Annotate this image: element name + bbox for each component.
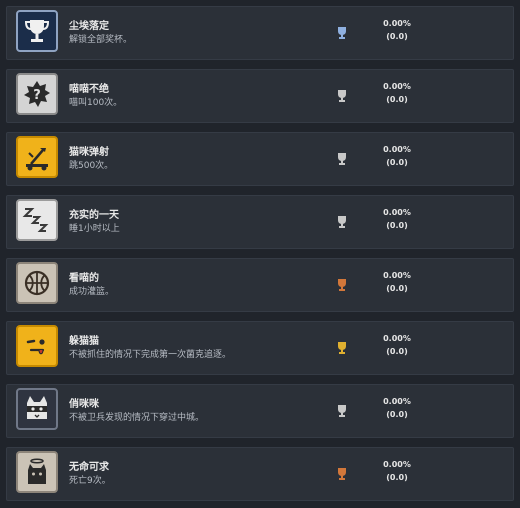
sleep-zzz-icon: [16, 199, 58, 241]
trophy-row[interactable]: ? 喵喵不绝 喵叫100次。 0.00% (0.0): [6, 69, 514, 123]
trophy-rarity-percent: 0.00%: [383, 460, 411, 469]
basketball-icon: [16, 262, 58, 304]
trophy-rarity-count: (0.0): [386, 410, 408, 419]
trophy-row[interactable]: 无命可求 死亡9次。 0.00% (0.0): [6, 447, 514, 501]
trophy-rarity-count: (0.0): [386, 32, 408, 41]
trophy-description: 不被卫兵发现的情况下穿过中城。: [69, 413, 205, 423]
trophy-title: 看喵的: [69, 273, 99, 284]
svg-text:?: ?: [33, 88, 41, 103]
wink-face-icon: [16, 325, 58, 367]
trophy-rarity-count: (0.0): [386, 221, 408, 230]
trophy-rarity-count: (0.0): [386, 95, 408, 104]
trophy-description: 成功灌篮。: [69, 287, 115, 297]
platinum-grade-icon: [338, 27, 346, 39]
trophy-title: 喵喵不绝: [69, 84, 109, 95]
trophy-description: 跳500次。: [69, 161, 114, 171]
trophy-description: 解锁全部奖杯。: [69, 35, 133, 45]
trophy-rarity-count: (0.0): [386, 158, 408, 167]
bandit-cat-icon: [16, 388, 58, 430]
trophy-rarity-count: (0.0): [386, 473, 408, 482]
trophy-title: 躲猫猫: [69, 336, 99, 347]
trophy-row[interactable]: 尘埃落定 解锁全部奖杯。 0.00% (0.0): [6, 6, 514, 60]
trophy-title: 无命可求: [69, 462, 109, 473]
ghost-cat-icon: [16, 451, 58, 493]
trophy-description: 睡1小时以上: [69, 224, 120, 234]
trophy-title: 猫咪弹射: [69, 147, 109, 158]
silver-grade-icon: [338, 216, 346, 228]
trophy-rarity-percent: 0.00%: [383, 208, 411, 217]
trophy-title: 俏咪咪: [69, 399, 99, 410]
silver-grade-icon: [338, 405, 346, 417]
trophy-row[interactable]: 猫咪弹射 跳500次。 0.00% (0.0): [6, 132, 514, 186]
trophy-row[interactable]: 充实的一天 睡1小时以上 0.00% (0.0): [6, 195, 514, 249]
question-splat-icon: ?: [16, 73, 58, 115]
silver-grade-icon: [338, 153, 346, 165]
trophy-row[interactable]: 俏咪咪 不被卫兵发现的情况下穿过中城。 0.00% (0.0): [6, 384, 514, 438]
trophy-rarity-percent: 0.00%: [383, 19, 411, 28]
trophy-description: 不被抓住的情况下完成第一次菌克追逐。: [69, 350, 232, 360]
trophy-rarity-percent: 0.00%: [383, 145, 411, 154]
trophy-rarity-percent: 0.00%: [383, 82, 411, 91]
gold-grade-icon: [338, 342, 346, 354]
silver-grade-icon: [338, 90, 346, 102]
trophy-rarity-count: (0.0): [386, 347, 408, 356]
trophy-description: 喵叫100次。: [69, 98, 123, 108]
platinum-trophy-icon: [16, 10, 58, 52]
trophy-rarity-percent: 0.00%: [383, 271, 411, 280]
catapult-icon: [16, 136, 58, 178]
trophy-title: 尘埃落定: [69, 21, 109, 32]
trophy-rarity-count: (0.0): [386, 284, 408, 293]
trophy-title: 充实的一天: [69, 210, 119, 221]
trophy-list: 尘埃落定 解锁全部奖杯。 0.00% (0.0) ? 喵喵不绝 喵叫100次。 …: [0, 0, 520, 508]
trophy-row[interactable]: 看喵的 成功灌篮。 0.00% (0.0): [6, 258, 514, 312]
bronze-grade-icon: [338, 468, 346, 480]
trophy-row[interactable]: 躲猫猫 不被抓住的情况下完成第一次菌克追逐。 0.00% (0.0): [6, 321, 514, 375]
trophy-description: 死亡9次。: [69, 476, 111, 486]
trophy-rarity-percent: 0.00%: [383, 334, 411, 343]
bronze-grade-icon: [338, 279, 346, 291]
trophy-rarity-percent: 0.00%: [383, 397, 411, 406]
